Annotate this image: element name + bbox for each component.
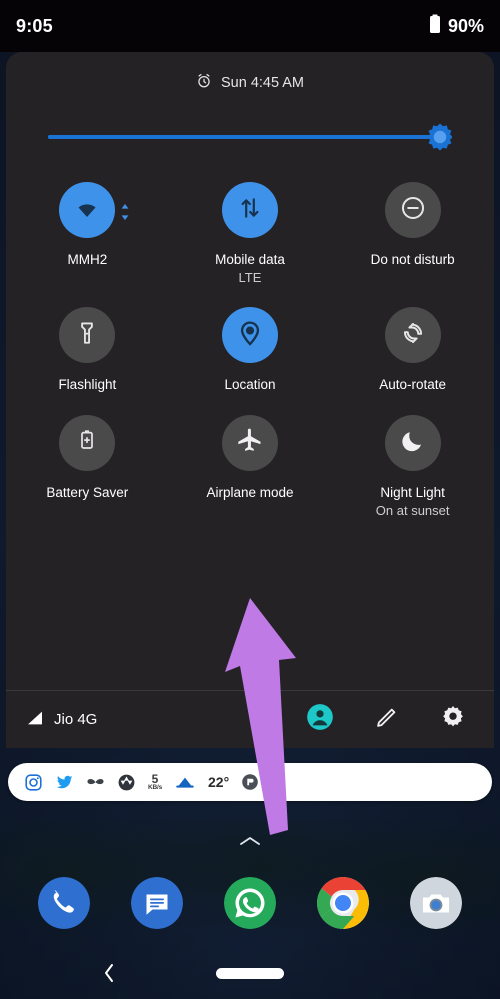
home-pill-icon[interactable] bbox=[216, 967, 284, 979]
dock bbox=[0, 868, 500, 938]
app-drawer-handle[interactable] bbox=[0, 834, 500, 848]
tile-do-not-disturb-circle[interactable] bbox=[384, 182, 441, 238]
tile-do-not-disturb-label: Do not disturb bbox=[370, 252, 455, 267]
notification-pill[interactable]: 5 KB/s 22° bbox=[8, 763, 492, 801]
moustache-icon[interactable] bbox=[86, 776, 105, 789]
status-bar-right: 90% bbox=[429, 14, 484, 39]
tile-location[interactable]: Location bbox=[169, 301, 332, 394]
network-speed-value: 5 bbox=[151, 771, 159, 786]
do-not-disturb-icon bbox=[399, 194, 427, 227]
dock-chrome[interactable] bbox=[316, 877, 369, 929]
tile-night-light-sub: On at sunset bbox=[375, 502, 450, 518]
quick-settings-tile-grid: MMH2 Mobile data LTE Do not disturb Flas… bbox=[6, 176, 494, 520]
tile-flashlight-label: Flashlight bbox=[58, 377, 117, 393]
tile-auto-rotate-circle[interactable] bbox=[384, 307, 441, 364]
tile-wifi-label: MMH2 bbox=[67, 252, 108, 267]
tile-night-light-label: Night Light bbox=[380, 484, 445, 500]
tile-auto-rotate-label: Auto-rotate bbox=[379, 377, 447, 393]
settings-button[interactable] bbox=[440, 704, 466, 735]
tile-do-not-disturb[interactable]: Do not disturb bbox=[331, 176, 494, 287]
auto-rotate-icon bbox=[399, 319, 427, 352]
tile-mobile-data-circle[interactable] bbox=[221, 182, 278, 238]
tile-mobile-data-sub: LTE bbox=[238, 270, 262, 286]
chevron-expand-icon[interactable] bbox=[120, 202, 130, 222]
network-speed: 5 KB/s bbox=[148, 773, 162, 792]
status-clock: 9:05 bbox=[16, 15, 53, 36]
moon-icon bbox=[400, 427, 426, 458]
battery-saver-icon bbox=[75, 428, 99, 457]
tile-wifi-circle[interactable] bbox=[59, 182, 116, 238]
quick-settings-panel: Sun 4:45 AM MMH2 Mobile data LTE Do not … bbox=[6, 52, 494, 748]
carrier-indicator[interactable]: Jio 4G bbox=[26, 710, 97, 730]
flashlight-icon bbox=[74, 320, 100, 351]
battery-icon bbox=[429, 14, 441, 39]
battery-percent: 90% bbox=[447, 15, 484, 36]
brightness-slider[interactable] bbox=[48, 122, 455, 152]
alarm-text: Sun 4:45 AM bbox=[220, 75, 305, 91]
tile-location-label: Location bbox=[224, 377, 276, 393]
tile-battery-saver[interactable]: Battery Saver bbox=[6, 409, 169, 520]
instagram-icon[interactable] bbox=[24, 773, 43, 792]
back-chevron-icon[interactable] bbox=[100, 960, 118, 986]
dock-phone[interactable] bbox=[38, 877, 91, 929]
wifi-icon bbox=[72, 193, 102, 228]
tile-wifi[interactable]: MMH2 bbox=[6, 176, 169, 287]
alarm-indicator[interactable]: Sun 4:45 AM bbox=[6, 52, 494, 106]
user-avatar-button[interactable] bbox=[306, 703, 334, 736]
tile-battery-saver-label: Battery Saver bbox=[46, 484, 129, 500]
tile-airplane-mode-circle[interactable] bbox=[221, 414, 278, 471]
dock-whatsapp[interactable] bbox=[223, 877, 276, 929]
tile-airplane-mode[interactable]: Airplane mode bbox=[169, 409, 332, 520]
weather-cloud-icon[interactable] bbox=[174, 774, 196, 790]
camera-aperture-icon[interactable] bbox=[117, 773, 136, 792]
mobile-data-icon bbox=[237, 195, 263, 226]
alarm-clock-icon bbox=[196, 73, 212, 93]
tile-flashlight-circle[interactable] bbox=[59, 307, 116, 364]
signal-bars-icon bbox=[26, 710, 44, 730]
twitter-icon[interactable] bbox=[55, 773, 74, 792]
brightness-sun-icon[interactable] bbox=[425, 122, 455, 152]
quick-settings-footer: Jio 4G bbox=[6, 690, 494, 748]
tile-location-circle[interactable] bbox=[221, 307, 278, 364]
airplane-icon bbox=[236, 426, 264, 459]
media-circle-icon[interactable] bbox=[241, 773, 259, 791]
dock-camera[interactable] bbox=[409, 877, 462, 929]
overflow-dot bbox=[271, 779, 277, 785]
location-pin-icon bbox=[236, 319, 264, 352]
tile-night-light-circle[interactable] bbox=[384, 414, 441, 471]
tile-auto-rotate[interactable]: Auto-rotate bbox=[331, 301, 494, 394]
navigation-bar bbox=[0, 947, 500, 999]
phone-screen: 9:05 90% Sun 4:45 AM MMH2 Mobile data LT… bbox=[0, 0, 500, 999]
status-bar: 9:05 90% bbox=[0, 0, 500, 52]
tile-night-light[interactable]: Night Light On at sunset bbox=[331, 409, 494, 520]
tile-mobile-data[interactable]: Mobile data LTE bbox=[169, 176, 332, 287]
tile-flashlight[interactable]: Flashlight bbox=[6, 301, 169, 394]
brightness-fill bbox=[48, 135, 436, 139]
tile-mobile-data-label: Mobile data bbox=[215, 252, 285, 267]
network-speed-unit: KB/s bbox=[148, 783, 163, 791]
quick-settings-actions bbox=[306, 703, 476, 736]
edit-tiles-button[interactable] bbox=[374, 704, 400, 735]
tile-airplane-mode-label: Airplane mode bbox=[206, 484, 294, 500]
carrier-label: Jio 4G bbox=[54, 711, 98, 728]
dock-messages[interactable] bbox=[131, 877, 184, 929]
tile-battery-saver-circle[interactable] bbox=[59, 414, 116, 471]
